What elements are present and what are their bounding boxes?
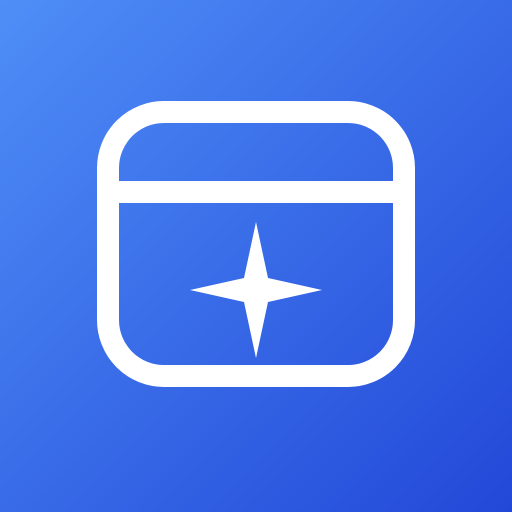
- app-icon-artwork: [0, 0, 512, 512]
- app-icon: [0, 0, 512, 512]
